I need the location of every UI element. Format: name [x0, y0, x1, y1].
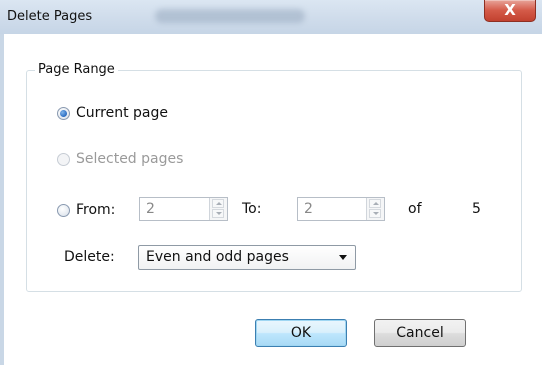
to-decrement-button[interactable]: [369, 209, 381, 218]
selected-pages-radio: [57, 152, 70, 166]
from-stepper-buttons: [209, 198, 227, 220]
down-arrow-icon: [216, 212, 222, 215]
up-arrow-icon: [373, 202, 379, 205]
page-range-label: Page Range: [35, 62, 118, 77]
down-arrow-icon: [373, 212, 379, 215]
to-label: To:: [242, 201, 262, 217]
total-pages: 5: [472, 201, 481, 217]
current-page-label: Current page: [76, 105, 168, 121]
current-page-option[interactable]: Current page: [57, 105, 168, 121]
selected-pages-label: Selected pages: [76, 151, 184, 167]
dialog-title: Delete Pages: [7, 9, 93, 24]
from-option[interactable]: From:: [57, 202, 115, 218]
delete-mode-select[interactable]: Even and odd pages: [138, 245, 356, 270]
from-page-value[interactable]: 2: [146, 201, 155, 217]
current-page-radio[interactable]: [57, 106, 70, 120]
from-decrement-button[interactable]: [212, 209, 224, 218]
close-icon: X: [504, 1, 516, 19]
chevron-down-icon: [339, 255, 347, 260]
delete-label: Delete:: [64, 249, 115, 265]
to-page-value[interactable]: 2: [304, 201, 313, 217]
window-frame-right: [536, 34, 542, 365]
from-increment-button[interactable]: [212, 199, 224, 208]
to-increment-button[interactable]: [369, 199, 381, 208]
blurred-title-text: [155, 9, 305, 23]
from-page-stepper[interactable]: 2: [139, 197, 228, 221]
title-bar[interactable]: Delete Pages X: [0, 0, 542, 34]
window-frame-left: [0, 34, 4, 365]
delete-pages-dialog: Delete Pages X Page Range Current page S…: [0, 0, 542, 365]
up-arrow-icon: [216, 202, 222, 205]
close-button[interactable]: X: [484, 0, 536, 22]
delete-mode-value: Even and odd pages: [146, 249, 289, 265]
selected-pages-option: Selected pages: [57, 151, 183, 167]
from-radio[interactable]: [57, 203, 70, 217]
ok-button[interactable]: OK: [255, 319, 347, 347]
from-label: From:: [76, 202, 116, 218]
cancel-button[interactable]: Cancel: [374, 319, 466, 347]
to-page-stepper[interactable]: 2: [297, 197, 385, 221]
to-stepper-buttons: [366, 198, 384, 220]
of-label: of: [408, 201, 422, 217]
